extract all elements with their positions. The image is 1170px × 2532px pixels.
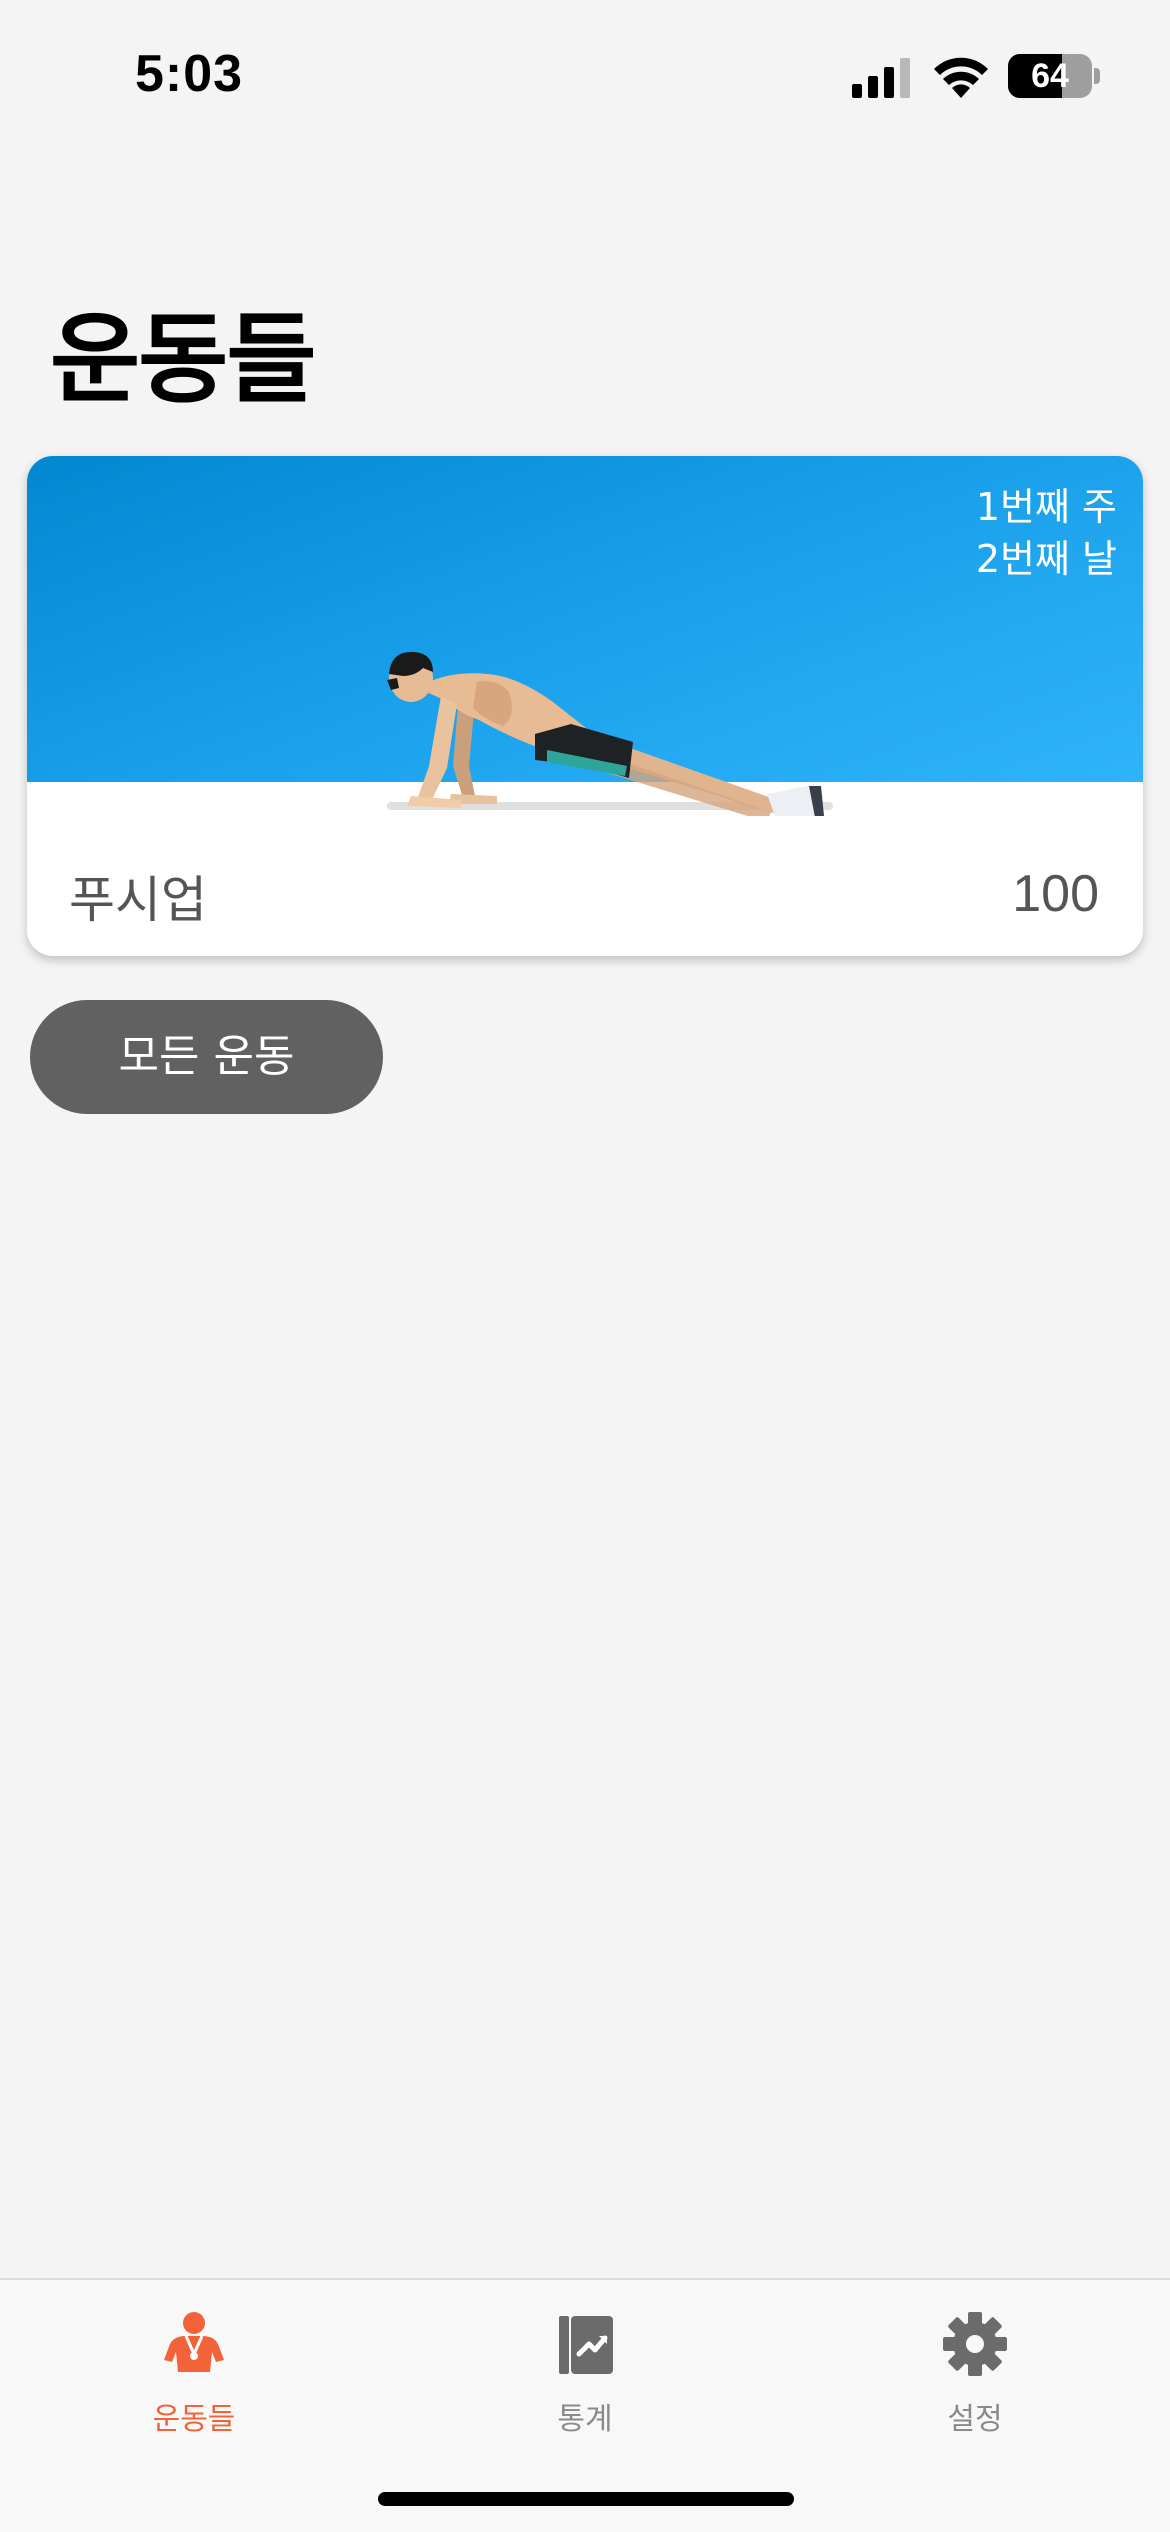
wifi-icon xyxy=(934,57,988,98)
exercise-count: 100 xyxy=(1012,865,1099,923)
battery-icon: 64 xyxy=(1008,54,1092,98)
home-indicator xyxy=(378,2492,794,2506)
week-label: 1번째 주 xyxy=(975,485,1117,529)
tab-stats[interactable]: 통계 xyxy=(485,2294,685,2437)
tab-settings[interactable]: 설정 xyxy=(875,2294,1075,2437)
tab-label-settings: 설정 xyxy=(947,2402,1003,2437)
battery-nub xyxy=(1094,68,1100,84)
exercise-name: 푸시업 xyxy=(69,871,207,929)
all-workouts-button[interactable]: 모든 운동 xyxy=(30,1000,383,1114)
cellular-signal-icon xyxy=(852,58,910,98)
status-time: 5:03 xyxy=(135,45,244,103)
battery-level: 64 xyxy=(1031,57,1069,95)
status-bar: 5:03 64 xyxy=(0,0,1170,150)
gear-icon xyxy=(943,2312,1007,2376)
tab-workouts[interactable]: 운동들 xyxy=(94,2294,294,2437)
tab-label-stats: 통계 xyxy=(557,2402,613,2437)
stats-chart-icon xyxy=(559,2316,613,2374)
page-title: 운동들 xyxy=(50,303,316,417)
workout-card[interactable]: 1번째 주 2번째 날 푸시업 100 xyxy=(27,456,1143,956)
person-trainer-icon xyxy=(164,2312,224,2372)
day-label: 2번째 날 xyxy=(975,537,1117,581)
pushup-illustration xyxy=(387,651,833,816)
tab-bar: 운동들 통계 설정 xyxy=(0,2278,1170,2532)
tab-label-workouts: 운동들 xyxy=(152,2402,236,2437)
